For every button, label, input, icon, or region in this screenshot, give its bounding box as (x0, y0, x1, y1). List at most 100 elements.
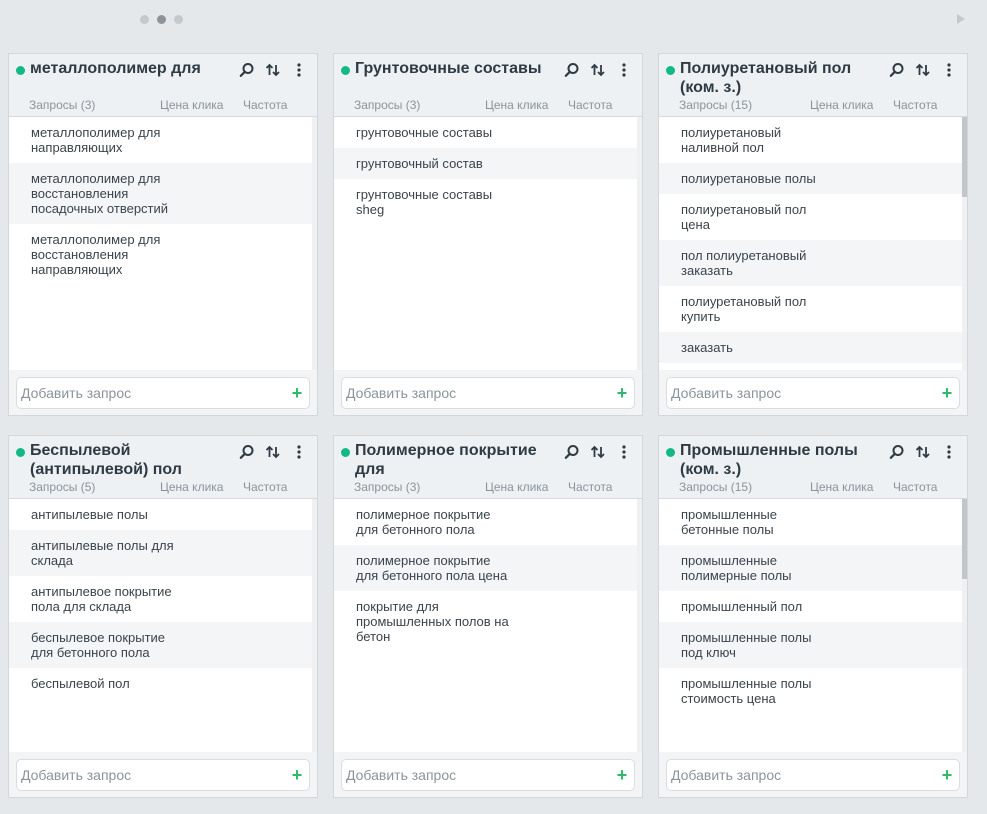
query-item[interactable]: грунтовочный состав (334, 148, 637, 179)
queries-count: Запросы (3) (354, 480, 421, 494)
column-price[interactable]: Цена клика (485, 480, 568, 494)
query-item[interactable]: полимерное покрытие для бетонного пола ц… (334, 545, 637, 591)
query-text: антипылевые полы (31, 507, 148, 522)
add-query-input[interactable] (667, 766, 935, 784)
query-item[interactable]: антипылевые полы (9, 499, 312, 530)
query-item[interactable]: антипылевое покрытие пола для склада (9, 576, 312, 622)
add-query-input[interactable] (342, 384, 610, 402)
pager-dot-2[interactable] (157, 15, 166, 24)
add-query-field: + (341, 377, 635, 409)
column-price[interactable]: Цена клика (485, 98, 568, 112)
sort-icon[interactable] (265, 62, 281, 78)
add-plus-icon[interactable]: + (610, 384, 634, 402)
query-item[interactable]: металлополимер для направляющих (9, 117, 312, 163)
column-frequency[interactable]: Частота (568, 480, 618, 494)
query-text: полимерное покрытие для бетонного пола (356, 507, 491, 537)
add-plus-icon[interactable]: + (935, 384, 959, 402)
query-item[interactable]: полиуретановый наливной пол (659, 117, 962, 163)
query-item[interactable]: грунтовочные составы sheg (334, 179, 637, 225)
scrollbar[interactable] (962, 499, 967, 752)
keyword-group-card: Грунтовочные составы Запросы (3) Цена кл… (333, 53, 643, 416)
pager-dot-3[interactable] (174, 15, 183, 24)
column-frequency[interactable]: Частота (243, 98, 293, 112)
search-icon[interactable] (564, 444, 580, 460)
card-header: Беспылевой (антипылевой) пол Запросы (5)… (9, 436, 317, 499)
queries-count: Запросы (3) (354, 98, 421, 112)
column-frequency[interactable]: Частота (893, 480, 943, 494)
column-price[interactable]: Цена клика (160, 480, 243, 494)
search-icon[interactable] (889, 444, 905, 460)
query-list: металлополимер для направляющих металлопо… (9, 117, 312, 370)
add-query-input[interactable] (667, 384, 935, 402)
query-text: металлополимер для восстановления направ… (31, 232, 161, 277)
column-frequency[interactable]: Частота (568, 98, 618, 112)
add-query-input[interactable] (17, 766, 285, 784)
scrollbar[interactable] (637, 499, 642, 752)
column-price[interactable]: Цена клика (810, 480, 893, 494)
query-item[interactable]: беспылевое покрытие для бетонного пола (9, 622, 312, 668)
keyword-group-card: металлополимер для Запросы (3) Цена клик… (8, 53, 318, 416)
card-toolbar (889, 444, 957, 460)
add-plus-icon[interactable]: + (610, 766, 634, 784)
add-query-field: + (16, 377, 310, 409)
query-item[interactable]: полиуретановый пол цена (659, 194, 962, 240)
query-text: беспылевое покрытие для бетонного пола (31, 630, 166, 660)
query-item[interactable]: промышленные полы под ключ (659, 622, 962, 668)
scrollbar[interactable] (312, 117, 317, 370)
add-query-input[interactable] (342, 766, 610, 784)
sort-icon[interactable] (590, 444, 606, 460)
scrollbar[interactable] (312, 499, 317, 752)
search-icon[interactable] (564, 62, 580, 78)
more-vertical-icon[interactable] (941, 444, 957, 460)
column-price[interactable]: Цена клика (810, 98, 893, 112)
query-item[interactable]: промышленные полы стоимость цена (659, 668, 962, 714)
query-item[interactable]: грунтовочные составы (334, 117, 637, 148)
pager-dot-1[interactable] (140, 15, 149, 24)
query-item[interactable]: антипылевые полы для склада (9, 530, 312, 576)
column-frequency[interactable]: Частота (893, 98, 943, 112)
column-frequency[interactable]: Частота (243, 480, 293, 494)
query-item[interactable]: металлополимер для восстановления посадо… (9, 163, 312, 224)
sort-icon[interactable] (915, 444, 931, 460)
add-query-input[interactable] (17, 384, 285, 402)
add-plus-icon[interactable]: + (285, 766, 309, 784)
card-header: Грунтовочные составы Запросы (3) Цена кл… (334, 54, 642, 117)
query-item[interactable]: пол полиуретановый заказать (659, 240, 962, 286)
search-icon[interactable] (889, 62, 905, 78)
query-item[interactable]: заказать (659, 332, 962, 363)
sort-icon[interactable] (915, 62, 931, 78)
search-icon[interactable] (239, 444, 255, 460)
more-vertical-icon[interactable] (616, 62, 632, 78)
query-text: промышленные полы стоимость цена (681, 676, 812, 706)
query-item[interactable]: полиуретановые полы (659, 163, 962, 194)
scrollbar[interactable] (962, 117, 967, 370)
query-item[interactable]: покрытие для промышленных полов на бетон (334, 591, 637, 652)
scrollbar-thumb[interactable] (962, 499, 967, 579)
query-item[interactable]: промышленные бетонные полы (659, 499, 962, 545)
sort-icon[interactable] (590, 62, 606, 78)
query-item[interactable]: беспылевой пол (9, 668, 312, 699)
more-vertical-icon[interactable] (941, 62, 957, 78)
scrollbar-thumb[interactable] (962, 117, 967, 197)
next-arrow-icon[interactable] (957, 14, 965, 24)
query-text: беспылевой пол (31, 676, 130, 691)
query-item[interactable]: полимерное покрытие для бетонного пола (334, 499, 637, 545)
column-price[interactable]: Цена клика (160, 98, 243, 112)
more-vertical-icon[interactable] (291, 444, 307, 460)
query-text: грунтовочный состав (356, 156, 483, 171)
query-text: пол полиуретановый заказать (681, 248, 807, 278)
more-vertical-icon[interactable] (291, 62, 307, 78)
query-item[interactable]: промышленные полимерные полы (659, 545, 962, 591)
add-plus-icon[interactable]: + (935, 766, 959, 784)
more-vertical-icon[interactable] (616, 444, 632, 460)
query-item[interactable]: полиуретановый пол купить (659, 286, 962, 332)
search-icon[interactable] (239, 62, 255, 78)
column-headers: Запросы (3) Цена клика Частота (354, 480, 618, 494)
query-item[interactable]: металлополимер для восстановления направ… (9, 224, 312, 285)
scrollbar[interactable] (637, 117, 642, 370)
query-text: покрытие для промышленных полов на бетон (356, 599, 509, 644)
query-item[interactable]: промышленный пол (659, 591, 962, 622)
add-plus-icon[interactable]: + (285, 384, 309, 402)
sort-icon[interactable] (265, 444, 281, 460)
card-header: металлополимер для Запросы (3) Цена клик… (9, 54, 317, 117)
